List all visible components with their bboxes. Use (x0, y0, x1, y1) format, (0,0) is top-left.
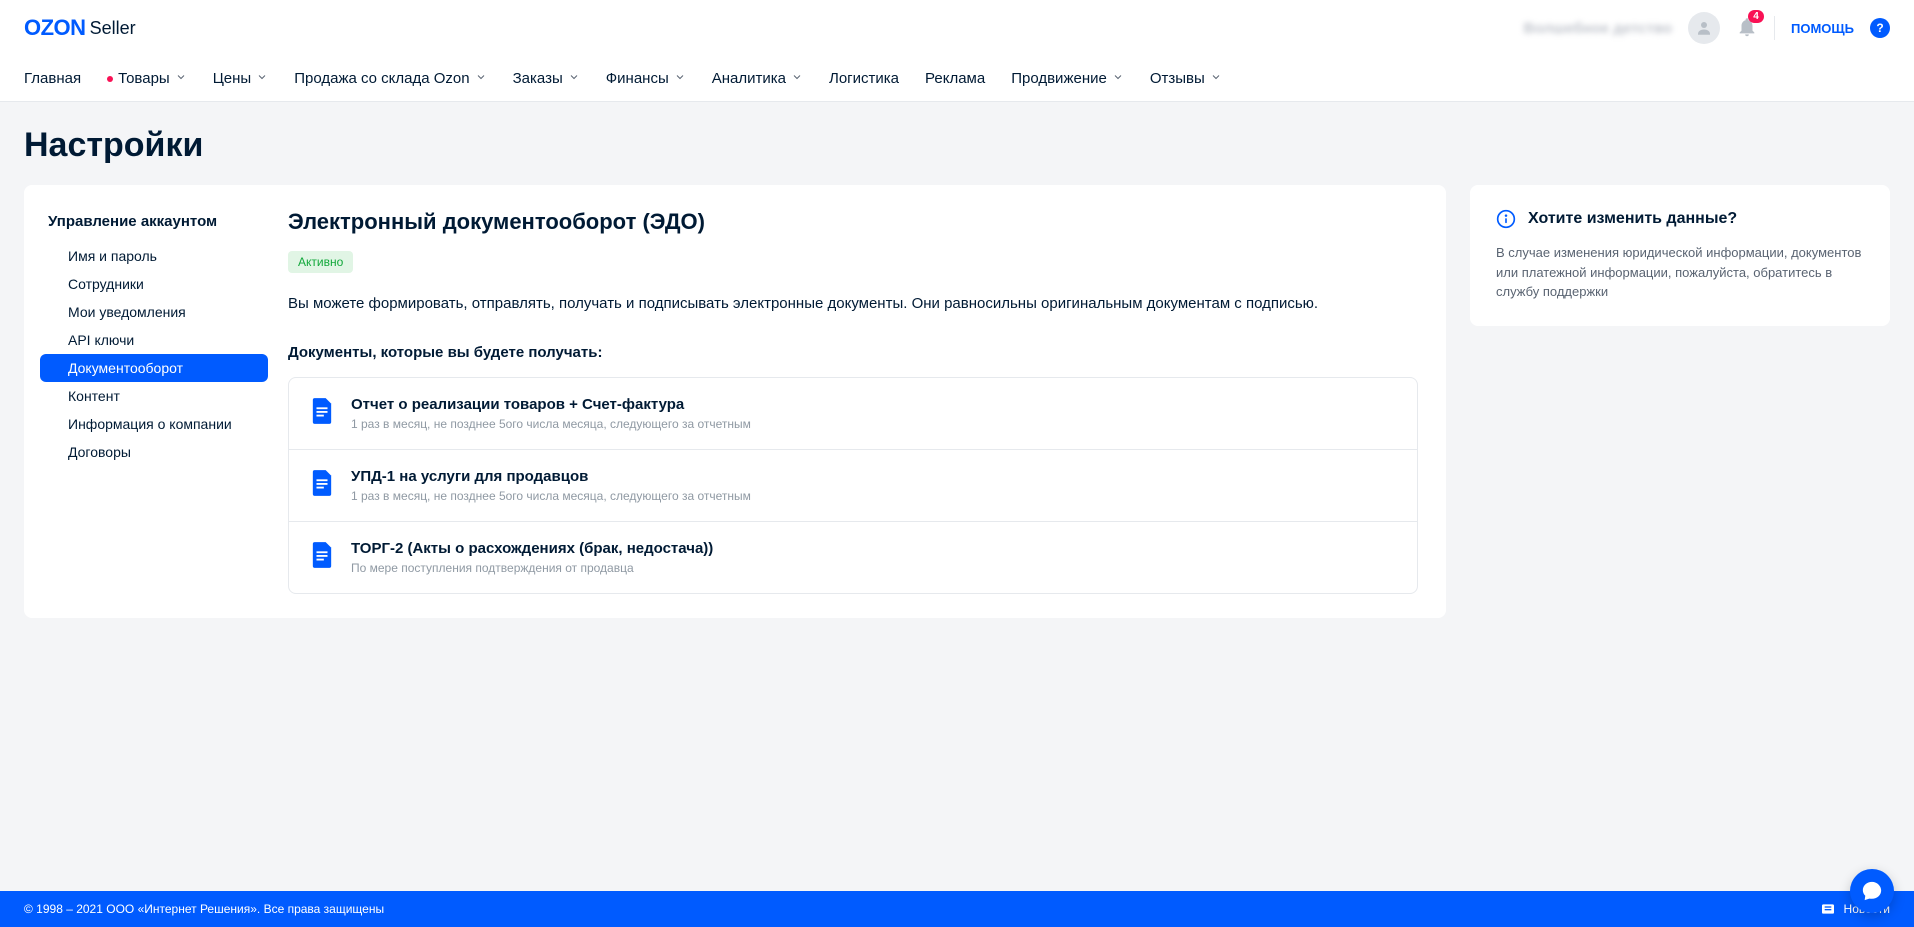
document-icon (311, 542, 333, 568)
nav: Главная Товары Цены Продажа со склада Ozon З… (0, 56, 1914, 101)
section-title: Документы, которые вы будете получать: (288, 344, 1418, 361)
side-title: Хотите изменить данные? (1528, 210, 1737, 228)
content: Электронный документооборот (ЭДО) Активн… (276, 209, 1446, 594)
nav-item-label: Цены (213, 70, 252, 87)
container: Настройки Управление аккаунтом Имя и пар… (0, 102, 1914, 642)
header: OZON Seller Волшебное детство 4 помощь ?… (0, 0, 1914, 102)
document-icon (311, 398, 333, 424)
nav-item-0[interactable]: Главная (24, 56, 81, 101)
nav-item-4[interactable]: Заказы (513, 56, 580, 101)
nav-item-label: Логистика (829, 70, 899, 87)
chevron-down-icon (1112, 70, 1124, 87)
chevron-down-icon (475, 70, 487, 87)
doc-list: Отчет о реализации товаров + Счет-фактур… (288, 377, 1418, 594)
nav-item-5[interactable]: Финансы (606, 56, 686, 101)
sidebar: Управление аккаунтом Имя и парольСотрудн… (24, 209, 276, 594)
nav-item-label: Заказы (513, 70, 563, 87)
doc-sub: 1 раз в месяц, не позднее 5ого числа мес… (351, 417, 1395, 431)
chat-icon (1861, 880, 1883, 902)
info-icon (1496, 209, 1516, 229)
nav-item-label: Продвижение (1011, 70, 1107, 87)
doc-sub: По мере поступления подтверждения от про… (351, 561, 1395, 575)
nav-item-label: Товары (118, 70, 170, 87)
nav-item-10[interactable]: Отзывы (1150, 56, 1222, 101)
sidebar-item-3[interactable]: API ключи (40, 326, 268, 354)
doc-item-2[interactable]: ТОРГ-2 (Акты о расхождениях (брак, недос… (289, 522, 1417, 593)
sidebar-item-4[interactable]: Документооборот (40, 354, 268, 382)
doc-text: УПД-1 на услуги для продавцов 1 раз в ме… (351, 468, 1395, 503)
news-icon (1820, 901, 1836, 917)
sidebar-title: Управление аккаунтом (24, 209, 276, 242)
status-badge: Активно (288, 251, 353, 273)
page-title: Настройки (24, 126, 1890, 165)
header-right: Волшебное детство 4 помощь ? (1524, 12, 1890, 44)
nav-item-label: Продажа со склада Ozon (294, 70, 469, 87)
avatar[interactable] (1688, 12, 1720, 44)
nav-item-label: Главная (24, 70, 81, 87)
nav-item-8[interactable]: Реклама (925, 56, 985, 101)
nav-dot-icon (107, 76, 113, 82)
chevron-down-icon (175, 70, 187, 87)
doc-item-1[interactable]: УПД-1 на услуги для продавцов 1 раз в ме… (289, 450, 1417, 522)
help-link[interactable]: помощь (1791, 21, 1854, 36)
notification-badge: 4 (1748, 10, 1764, 23)
nav-item-1[interactable]: Товары (107, 56, 187, 101)
header-top: OZON Seller Волшебное детство 4 помощь ? (0, 0, 1914, 56)
nav-item-label: Реклама (925, 70, 985, 87)
user-icon (1695, 19, 1713, 37)
chevron-down-icon (568, 70, 580, 87)
doc-title: Отчет о реализации товаров + Счет-фактур… (351, 396, 1395, 413)
chevron-down-icon (256, 70, 268, 87)
chevron-down-icon (674, 70, 686, 87)
chat-fab[interactable] (1850, 869, 1894, 913)
logo-ozon: OZON (24, 15, 86, 41)
sidebar-item-5[interactable]: Контент (40, 382, 268, 410)
notifications[interactable]: 4 (1736, 16, 1758, 41)
doc-text: ТОРГ-2 (Акты о расхождениях (брак, недос… (351, 540, 1395, 575)
user-name[interactable]: Волшебное детство (1524, 20, 1672, 37)
sidebar-item-1[interactable]: Сотрудники (40, 270, 268, 298)
doc-item-0[interactable]: Отчет о реализации товаров + Счет-фактур… (289, 378, 1417, 450)
main-card: Управление аккаунтом Имя и парольСотрудн… (24, 185, 1446, 618)
document-icon (311, 470, 333, 496)
layout: Управление аккаунтом Имя и парольСотрудн… (24, 185, 1890, 618)
nav-item-label: Финансы (606, 70, 669, 87)
nav-item-7[interactable]: Логистика (829, 56, 899, 101)
nav-item-label: Аналитика (712, 70, 786, 87)
nav-item-2[interactable]: Цены (213, 56, 269, 101)
divider (1774, 16, 1775, 40)
copyright: © 1998 – 2021 ООО «Интернет Решения». Вс… (24, 902, 384, 916)
nav-item-6[interactable]: Аналитика (712, 56, 803, 101)
footer: © 1998 – 2021 ООО «Интернет Решения». Вс… (0, 891, 1914, 927)
side-card: Хотите изменить данные? В случае изменен… (1470, 185, 1890, 326)
help-icon[interactable]: ? (1870, 18, 1890, 38)
nav-item-9[interactable]: Продвижение (1011, 56, 1124, 101)
side-desc: В случае изменения юридической информаци… (1496, 243, 1864, 302)
sidebar-item-6[interactable]: Информация о компании (40, 410, 268, 438)
doc-title: УПД-1 на услуги для продавцов (351, 468, 1395, 485)
chevron-down-icon (791, 70, 803, 87)
doc-sub: 1 раз в месяц, не позднее 5ого числа мес… (351, 489, 1395, 503)
sidebar-item-0[interactable]: Имя и пароль (40, 242, 268, 270)
logo-seller: Seller (90, 18, 136, 39)
nav-item-label: Отзывы (1150, 70, 1205, 87)
content-title: Электронный документооборот (ЭДО) (288, 209, 1418, 235)
doc-text: Отчет о реализации товаров + Счет-фактур… (351, 396, 1395, 431)
nav-item-3[interactable]: Продажа со склада Ozon (294, 56, 486, 101)
sidebar-item-2[interactable]: Мои уведомления (40, 298, 268, 326)
logo[interactable]: OZON Seller (24, 15, 136, 41)
side-header: Хотите изменить данные? (1496, 209, 1864, 229)
description: Вы можете формировать, отправлять, получ… (288, 293, 1418, 316)
chevron-down-icon (1210, 70, 1222, 87)
doc-title: ТОРГ-2 (Акты о расхождениях (брак, недос… (351, 540, 1395, 557)
sidebar-item-7[interactable]: Договоры (40, 438, 268, 466)
